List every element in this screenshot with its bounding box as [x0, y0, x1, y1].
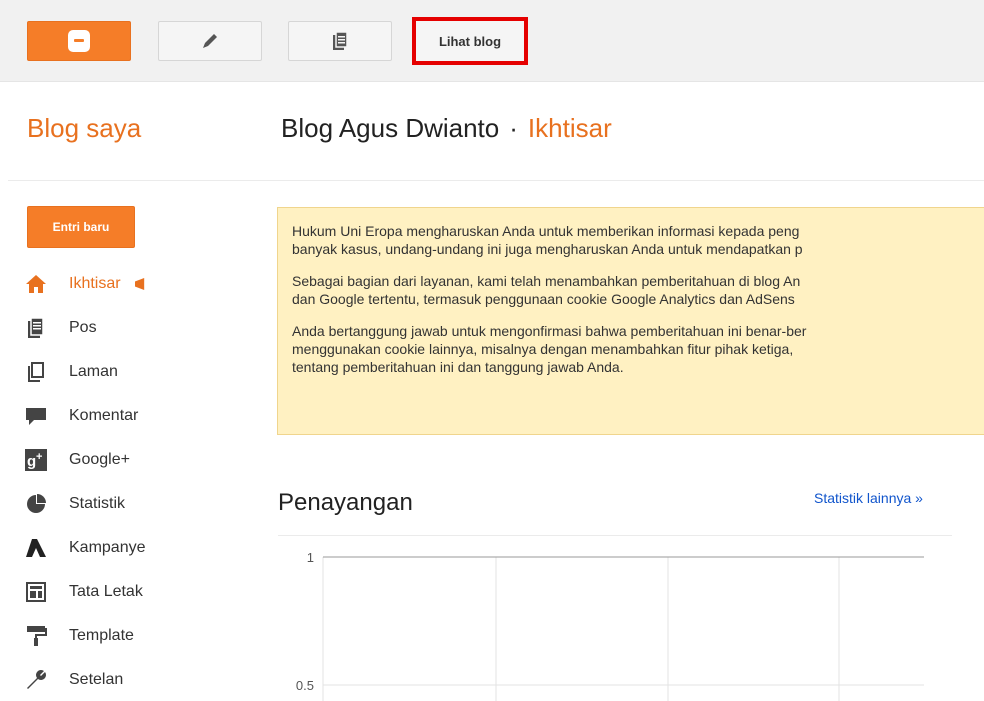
section-title: Ikhtisar — [527, 113, 612, 143]
sidebar-item-label: Ikhtisar — [69, 275, 121, 292]
top-toolbar: Lihat blog — [0, 0, 984, 82]
google-plus-icon: g + — [25, 449, 47, 471]
notice-paragraph: Hukum Uni Eropa mengharuskan Anda untuk … — [292, 222, 984, 258]
y-tick-label: 1 — [307, 550, 314, 565]
page-title: Blog Agus Dwianto · Ikhtisar — [281, 113, 612, 144]
more-stats-link[interactable]: Statistik lainnya » — [814, 490, 923, 506]
sidebar-item-label: Setelan — [69, 671, 124, 688]
sidebar-item-label: Komentar — [69, 407, 139, 424]
blogger-home-button[interactable] — [27, 21, 131, 61]
pages-icon — [333, 31, 348, 50]
view-blog-label: Lihat blog — [438, 33, 502, 49]
sidebar-item-label: Pos — [69, 319, 97, 336]
blogger-logo-icon — [68, 30, 90, 52]
wrench-icon — [25, 669, 47, 691]
sidebar-item-label: Template — [69, 627, 134, 644]
sidebar-item-statistik[interactable]: Statistik — [25, 489, 245, 519]
layout-icon — [25, 581, 47, 603]
campaign-icon — [25, 537, 47, 559]
notice-line: Sebagai bagian dari layanan, kami telah … — [292, 273, 801, 289]
pencil-icon — [203, 34, 217, 48]
notice-line: Hukum Uni Eropa mengharuskan Anda untuk … — [292, 223, 800, 239]
notice-line: menggunakan cookie lainnya, misalnya den… — [292, 341, 794, 357]
stats-divider — [278, 535, 952, 536]
svg-text:+: + — [36, 451, 42, 463]
y-tick-label: 0.5 — [296, 678, 314, 693]
posts-icon — [25, 317, 47, 339]
new-post-label: Entri baru — [52, 220, 110, 234]
new-post-pencil-button[interactable] — [158, 21, 262, 61]
title-separator: · — [509, 113, 518, 143]
sidebar-item-label: Statistik — [69, 495, 126, 512]
notice-line: tentang pemberitahuan ini dan tanggung j… — [292, 359, 624, 375]
notice-paragraph: Sebagai bagian dari layanan, kami telah … — [292, 272, 984, 308]
sidebar-item-label: Tata Letak — [69, 583, 143, 600]
sidebar-item-label: Laman — [69, 363, 118, 380]
sidebar-item-kampanye[interactable]: Kampanye — [25, 533, 245, 563]
comment-icon — [25, 405, 47, 427]
sidebar-item-label: Google+ — [69, 451, 130, 468]
sidebar-item-laman[interactable]: Laman — [25, 357, 245, 387]
sidebar-item-googleplus[interactable]: g + Google+ — [25, 445, 245, 475]
pageviews-title: Penayangan — [278, 489, 413, 516]
megaphone-icon — [134, 278, 145, 290]
svg-text:g: g — [27, 453, 36, 470]
notice-line: Anda bertanggung jawab untuk mengonfirma… — [292, 323, 807, 339]
sidebar-item-tata-letak[interactable]: Tata Letak — [25, 577, 245, 607]
sidebar-item-pos[interactable]: Pos — [25, 313, 245, 343]
posts-list-button[interactable] — [288, 21, 392, 61]
notice-line: banyak kasus, undang-undang ini juga men… — [292, 241, 803, 257]
notice-line: dan Google tertentu, termasuk penggunaan… — [292, 291, 795, 307]
blog-title: Blog Agus Dwianto — [281, 113, 500, 143]
pageviews-chart: 10.5 — [296, 550, 924, 701]
home-icon — [25, 273, 47, 295]
sidebar-item-template[interactable]: Template — [25, 621, 245, 651]
sidebar-item-ikhtisar[interactable]: Ikhtisar — [25, 269, 245, 299]
paint-roller-icon — [25, 625, 47, 647]
sidebar-item-setelan[interactable]: Setelan — [25, 665, 245, 695]
pie-chart-icon — [25, 493, 47, 515]
notice-paragraph: Anda bertanggung jawab untuk mengonfirma… — [292, 322, 984, 376]
view-blog-button[interactable]: Lihat blog — [412, 17, 528, 65]
sidebar-item-komentar[interactable]: Komentar — [25, 401, 245, 431]
eu-cookie-notice: Hukum Uni Eropa mengharuskan Anda untuk … — [277, 207, 984, 435]
page-icon — [25, 361, 47, 383]
my-blogs-link[interactable]: Blog saya — [27, 113, 141, 144]
new-post-button[interactable]: Entri baru — [27, 206, 135, 248]
header-divider — [8, 180, 984, 181]
sidebar-item-label: Kampanye — [69, 539, 146, 556]
